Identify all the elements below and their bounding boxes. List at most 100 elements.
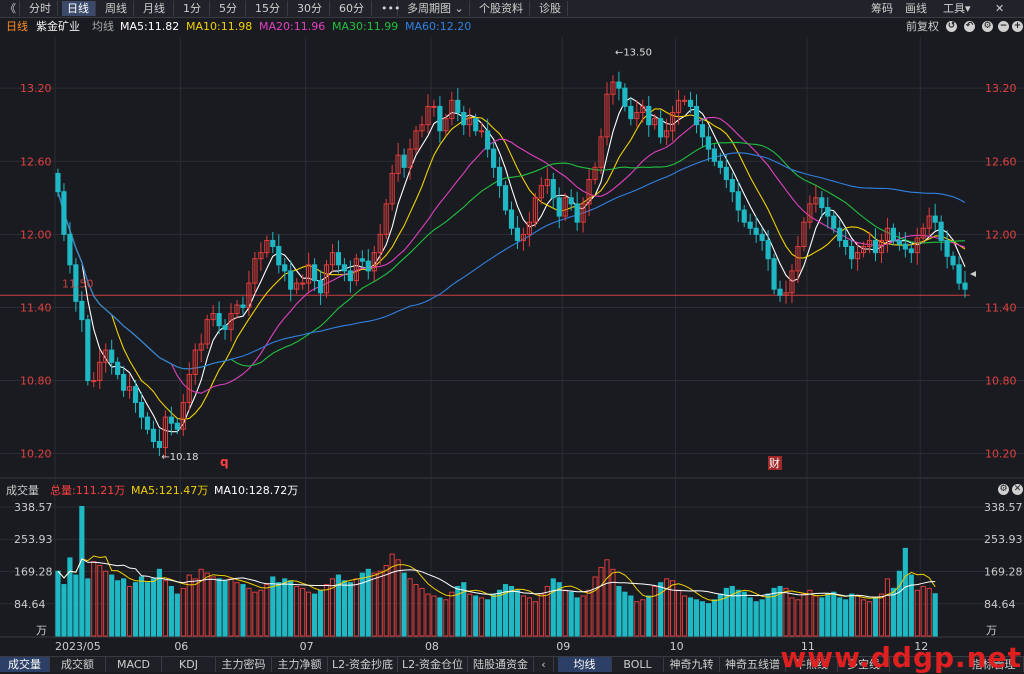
- volume-bar: [204, 572, 210, 637]
- volume-bar: [932, 593, 938, 637]
- price-tick-right: 11.40: [985, 301, 1017, 314]
- volume-bar: [431, 595, 437, 637]
- volume-bar: [282, 578, 288, 637]
- volume-bar: [860, 599, 867, 637]
- price-tick-left: 10.80: [20, 375, 52, 388]
- candle: [550, 179, 556, 199]
- price-tick-right: 13.20: [985, 82, 1017, 95]
- candle: [872, 239, 879, 254]
- tab-l2-position[interactable]: L2-资金仓位: [398, 657, 468, 672]
- volume-unit-left: 万: [36, 624, 47, 637]
- candle: [240, 304, 246, 308]
- candle: [437, 105, 443, 132]
- tab-kdj[interactable]: KDJ: [162, 657, 216, 672]
- volume-bar: [443, 599, 449, 637]
- candle: [491, 148, 497, 168]
- volume-bar: [514, 589, 521, 637]
- volume-tick-right: 84.64: [984, 598, 1016, 611]
- x-tick-label: 2023/05: [55, 640, 101, 653]
- tab-turnover[interactable]: 成交额: [50, 657, 106, 672]
- volume-bar: [109, 574, 115, 637]
- candle: [144, 416, 151, 430]
- price-tick-left: 13.20: [20, 82, 52, 95]
- volume-bar: [300, 587, 306, 637]
- volume-bar: [574, 597, 580, 637]
- volume-bar: [920, 585, 926, 637]
- tab-nine-turn[interactable]: 神奇九转: [664, 657, 720, 672]
- tab-five-line[interactable]: 神奇五线谱: [720, 657, 786, 672]
- candle: [699, 124, 706, 138]
- event-marker-q: q: [220, 455, 229, 469]
- candle: [168, 416, 174, 424]
- volume-bar: [699, 601, 706, 637]
- volume-bar: [252, 591, 258, 637]
- volume-ma10-line: [57, 558, 936, 598]
- candle: [67, 233, 73, 266]
- volume-bar: [831, 591, 837, 637]
- candle: [216, 313, 222, 327]
- candle: [455, 99, 461, 114]
- candle: [556, 197, 562, 217]
- volume-label: 成交量: [6, 484, 39, 497]
- volume-total: 总量:111.21万: [50, 484, 126, 497]
- x-tick-label: 07: [300, 640, 314, 653]
- low-annotation: ←10.18: [161, 452, 198, 463]
- tab-l2-bottom[interactable]: L2-资金抄底: [328, 657, 398, 672]
- volume-bar: [192, 578, 198, 637]
- candle: [622, 87, 628, 107]
- volume-bar: [562, 589, 568, 637]
- volume-bar: [407, 578, 413, 637]
- volume-bar: [592, 576, 598, 637]
- volume-bar: [908, 574, 914, 637]
- volume-bar: [849, 593, 855, 637]
- event-marker-cai: 财: [769, 456, 780, 470]
- reference-label: 11.50: [62, 277, 94, 290]
- tabs-scroll-left-icon[interactable]: ‹: [534, 657, 554, 672]
- candle: [896, 239, 902, 245]
- candle: [288, 270, 294, 290]
- price-tick-right: 12.60: [985, 155, 1017, 168]
- tab-boll[interactable]: BOLL: [612, 657, 664, 672]
- volume-bar: [837, 597, 843, 637]
- candle: [616, 81, 622, 89]
- volume-bar: [234, 582, 240, 637]
- kline-chart[interactable]: 13.20 13.20 12.60 12.60 12.00 12.00 11.40 11.40…: [0, 0, 1024, 656]
- volume-bar: [246, 587, 252, 637]
- candle: [849, 246, 855, 260]
- candle: [347, 270, 353, 282]
- volume-bar: [819, 597, 825, 637]
- tab-ma[interactable]: 均线: [558, 657, 612, 672]
- volume-bar: [914, 589, 920, 637]
- volume-bar: [878, 593, 885, 637]
- volume-bar: [855, 595, 861, 637]
- candle: [174, 422, 180, 430]
- volume-bar: [317, 589, 324, 637]
- x-tick-label: 09: [556, 640, 570, 653]
- volume-bar: [61, 584, 67, 637]
- tab-volume[interactable]: 成交量: [0, 657, 50, 672]
- tab-hk-connect[interactable]: 陆股通资金: [468, 657, 534, 672]
- candle: [222, 325, 228, 330]
- tab-macd[interactable]: MACD: [106, 657, 162, 672]
- candle: [270, 239, 276, 248]
- candle: [311, 264, 318, 282]
- volume-bar: [341, 580, 348, 637]
- price-tick-left: 12.00: [20, 228, 52, 241]
- candle: [431, 105, 437, 108]
- volume-bar: [485, 599, 491, 637]
- volume-bar: [872, 597, 879, 637]
- volume-settings-icon[interactable]: ⚙: [998, 484, 1009, 495]
- volume-bar: [288, 580, 294, 637]
- candle: [759, 233, 765, 241]
- volume-bar: [55, 570, 61, 637]
- volume-bar: [323, 584, 330, 637]
- candle: [79, 300, 85, 321]
- volume-bar: [622, 591, 628, 637]
- tab-main-code[interactable]: 主力密码: [216, 657, 272, 672]
- tab-main-net[interactable]: 主力净额: [272, 657, 328, 672]
- volume-bar: [306, 591, 312, 637]
- price-tick-right: 12.00: [985, 228, 1017, 241]
- candle: [962, 282, 968, 290]
- price-tick-left: 10.20: [20, 448, 52, 461]
- volume-close-icon[interactable]: ✕: [1012, 484, 1023, 495]
